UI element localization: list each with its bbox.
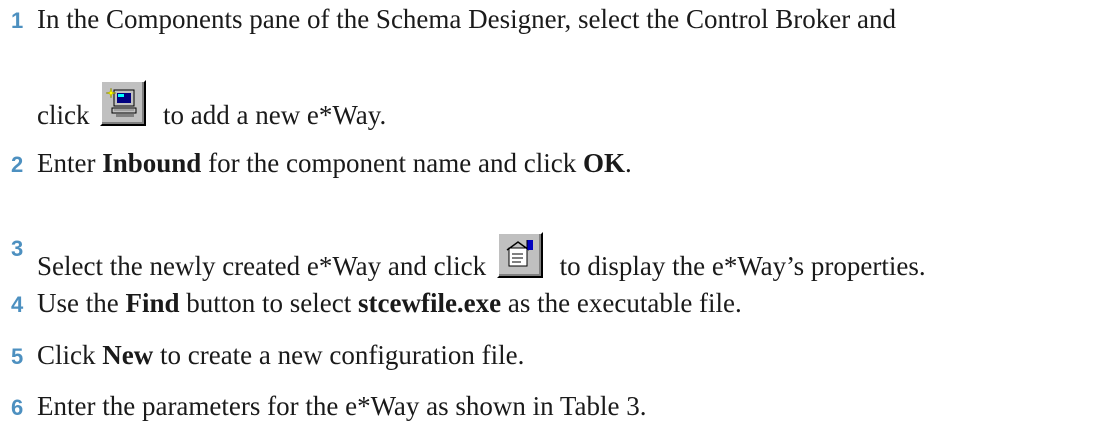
step-number: 3 [11, 236, 24, 261]
add-eway-computer-icon [100, 80, 147, 126]
step-text: Select the newly created e*Way and click… [37, 232, 926, 281]
step-number: 2 [11, 152, 24, 177]
step-text: Click New to create a new configuration … [37, 340, 525, 370]
step-number: 1 [11, 8, 24, 33]
step-text: Enter Inbound for the component name and… [37, 148, 632, 178]
step-number: 6 [11, 395, 24, 420]
step-text: In the Components pane of the Schema Des… [37, 4, 896, 34]
step-text: Use the Find button to select stcewfile.… [37, 288, 742, 318]
step-text-continued: click to add a new e*Way. [37, 80, 386, 130]
step-text: Enter the parameters for the e*Way as sh… [37, 391, 647, 421]
step-number: 5 [11, 344, 24, 369]
properties-icon [496, 232, 543, 278]
step-number: 4 [11, 292, 24, 317]
